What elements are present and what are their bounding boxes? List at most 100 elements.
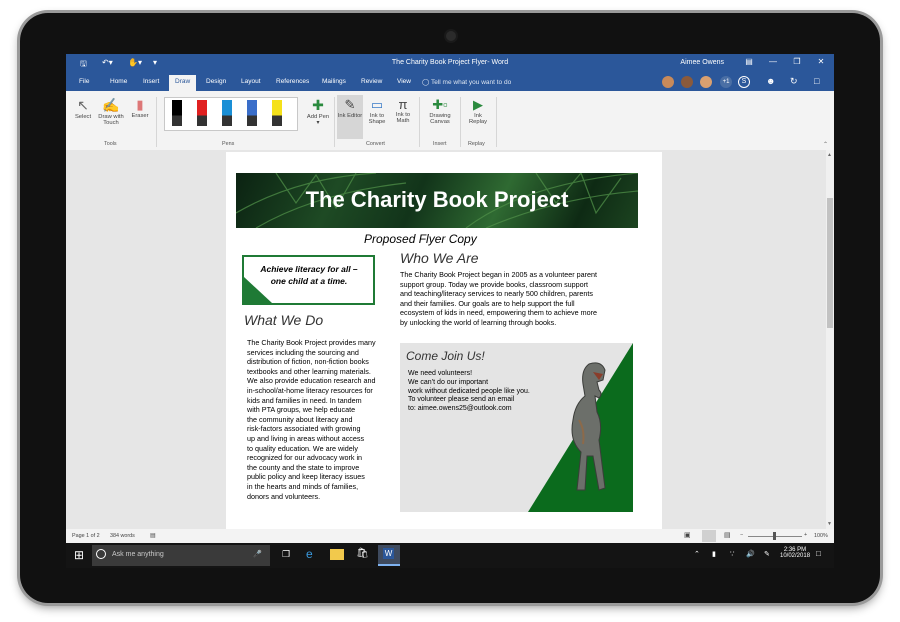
tab-mailings[interactable]: Mailings bbox=[322, 78, 346, 85]
draw-touch-icon: ✍ bbox=[102, 97, 120, 113]
dinosaur-image bbox=[571, 362, 606, 491]
clock[interactable]: 2:36 PM 10/02/2018 bbox=[780, 547, 810, 559]
divider bbox=[334, 97, 335, 147]
cortana-search[interactable]: Ask me anything 🎤 bbox=[92, 545, 270, 566]
text-line: We can’t do our important bbox=[408, 378, 489, 386]
banner: The Charity Book Project bbox=[236, 173, 638, 228]
zoom-slider-thumb[interactable] bbox=[773, 532, 776, 540]
text-line: to quality education. We are widely bbox=[247, 443, 358, 453]
ink-replay-button[interactable]: ▶ Ink Replay bbox=[465, 97, 491, 125]
divider bbox=[419, 97, 420, 147]
word-taskbar-icon[interactable]: W bbox=[378, 545, 400, 566]
battery-icon[interactable]: ▮ bbox=[712, 550, 716, 558]
tab-review[interactable]: Review bbox=[361, 78, 382, 85]
collaborator-avatar[interactable] bbox=[681, 76, 693, 88]
close-icon[interactable]: ✕ bbox=[814, 57, 828, 66]
eraser-button[interactable]: ▮ Eraser bbox=[128, 97, 152, 119]
minimize-icon[interactable]: — bbox=[766, 57, 780, 66]
text-line: with PTA groups, we help educate bbox=[247, 405, 356, 415]
tab-insert[interactable]: Insert bbox=[143, 78, 159, 85]
collapse-ribbon-icon[interactable]: ⌃ bbox=[823, 141, 828, 148]
tab-design[interactable]: Design bbox=[206, 78, 226, 85]
web-layout-icon[interactable]: ▤ bbox=[724, 531, 731, 539]
windows-start-icon[interactable]: ⊞ bbox=[74, 548, 84, 562]
tab-draw[interactable]: Draw bbox=[169, 75, 197, 91]
text-line: and their families. Our goals are to hel… bbox=[400, 298, 575, 308]
tab-file[interactable]: File bbox=[79, 78, 89, 85]
tell-me-text: Tell me what you want to do bbox=[430, 79, 512, 86]
text-line: The Charity Book Project began in 2005 a… bbox=[400, 270, 597, 279]
what-body: The Charity Book Project provides many s… bbox=[247, 338, 399, 501]
pen-ink-icon[interactable]: ✎ bbox=[764, 550, 770, 558]
black-pen[interactable] bbox=[172, 100, 182, 126]
group-convert: Convert bbox=[366, 141, 385, 147]
blue-pen[interactable] bbox=[222, 100, 232, 126]
scroll-thumb[interactable] bbox=[827, 198, 833, 328]
quote-box: Achieve literacy for all – one child at … bbox=[242, 255, 375, 305]
chevron-down-icon: ▾ bbox=[316, 120, 320, 126]
task-view-icon[interactable]: ❐ bbox=[282, 549, 290, 560]
activity-icon[interactable]: ↻ bbox=[790, 76, 798, 87]
collaborator-avatar[interactable] bbox=[662, 76, 674, 88]
who-heading: Who We Are bbox=[400, 250, 479, 266]
volume-icon[interactable]: 🔊 bbox=[746, 550, 755, 558]
tab-view[interactable]: View bbox=[397, 78, 411, 85]
divider bbox=[460, 97, 461, 147]
eraser-icon: ▮ bbox=[136, 97, 144, 112]
file-explorer-icon[interactable] bbox=[330, 549, 344, 560]
skype-icon[interactable]: S bbox=[738, 76, 750, 88]
proofing-icon[interactable]: ▤ bbox=[150, 532, 156, 539]
zoom-out-icon[interactable]: − bbox=[740, 532, 743, 538]
user-name[interactable]: Aimee Owens bbox=[680, 59, 724, 66]
galaxy-pen[interactable] bbox=[247, 100, 257, 126]
join-body: We need volunteers! We can’t do our impo… bbox=[408, 370, 548, 414]
document-canvas: The Charity Book Project Proposed Flyer … bbox=[66, 150, 826, 529]
print-layout-icon[interactable] bbox=[702, 530, 716, 542]
draw-with-touch-label: Draw with Touch bbox=[98, 114, 124, 126]
select-button[interactable]: ↖ Select bbox=[72, 97, 94, 120]
replay-icon: ▶ bbox=[473, 97, 483, 112]
draw-with-touch-button[interactable]: ✍ Draw with Touch bbox=[95, 97, 127, 126]
ink-math-icon: π bbox=[398, 97, 408, 112]
text-line: work without dedicated people like you. bbox=[408, 387, 530, 395]
zoom-level[interactable]: 100% bbox=[814, 533, 828, 539]
search-placeholder: Ask me anything bbox=[112, 551, 164, 558]
collaborator-avatar[interactable] bbox=[700, 76, 712, 88]
add-pen-button[interactable]: ✚ Add Pen ▾ bbox=[304, 97, 332, 126]
word-count[interactable]: 384 words bbox=[110, 533, 135, 539]
document-page[interactable]: The Charity Book Project Proposed Flyer … bbox=[226, 152, 662, 529]
ink-editor-icon: ✎ bbox=[344, 97, 356, 112]
comments-icon[interactable]: □ bbox=[814, 76, 819, 86]
tab-home[interactable]: Home bbox=[110, 78, 127, 85]
zoom-in-icon[interactable]: + bbox=[804, 532, 807, 538]
vertical-scrollbar[interactable]: ▲ ▼ bbox=[826, 150, 834, 529]
edge-icon[interactable]: e bbox=[306, 547, 313, 561]
ink-editor-button[interactable]: ✎ Ink Editor bbox=[337, 95, 363, 139]
red-pen[interactable] bbox=[197, 100, 207, 126]
drawing-canvas-button[interactable]: ✚▫ Drawing Canvas bbox=[425, 97, 455, 125]
ink-to-math-button[interactable]: π Ink to Math bbox=[391, 97, 415, 124]
share-icon[interactable]: ☻ bbox=[766, 76, 775, 86]
page-count[interactable]: Page 1 of 2 bbox=[72, 533, 100, 539]
store-icon[interactable]: 🛍 bbox=[356, 548, 369, 559]
read-mode-icon[interactable]: ▣ bbox=[684, 531, 691, 539]
text-line: by unlocking the world of learning throu… bbox=[400, 317, 557, 327]
tab-layout[interactable]: Layout bbox=[241, 78, 261, 85]
wifi-icon[interactable]: ∵ bbox=[730, 550, 734, 558]
plus-icon: ✚ bbox=[312, 97, 324, 113]
microphone-icon[interactable]: 🎤 bbox=[253, 550, 262, 558]
restore-icon[interactable]: ❐ bbox=[790, 57, 804, 66]
yellow-highlighter[interactable] bbox=[272, 100, 282, 126]
action-center-icon[interactable]: □ bbox=[816, 549, 821, 558]
tell-me-box[interactable]: ◯ Tell me what you want to do bbox=[422, 78, 511, 86]
ink-to-shape-button[interactable]: ▭ Ink to Shape bbox=[365, 97, 389, 125]
who-body: The Charity Book Project began in 2005 a… bbox=[400, 270, 640, 328]
more-collaborators-icon[interactable]: +1 bbox=[720, 76, 732, 88]
group-tools: Tools bbox=[104, 141, 117, 147]
ribbon-display-icon[interactable]: ▤ bbox=[742, 57, 756, 66]
scroll-up-icon[interactable]: ▲ bbox=[827, 152, 832, 158]
chevron-up-icon[interactable]: ⌃ bbox=[694, 550, 700, 558]
scroll-down-icon[interactable]: ▼ bbox=[827, 521, 832, 527]
tab-references[interactable]: References bbox=[276, 78, 309, 85]
subtitle: Proposed Flyer Copy bbox=[364, 232, 477, 246]
